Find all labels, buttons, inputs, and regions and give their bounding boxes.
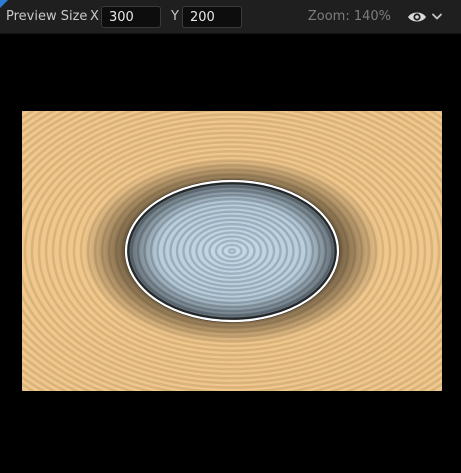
material-preview-window: Preview Size X Y Zoom: 140%	[0, 0, 461, 473]
eye-icon	[408, 12, 442, 22]
preview-toolbar: Preview Size X Y Zoom: 140%	[0, 0, 461, 34]
preview-size-label: Preview Size	[6, 9, 88, 24]
chevron-down-icon	[432, 13, 442, 20]
panel-corner-marker	[0, 0, 8, 8]
material-preview-image	[22, 111, 442, 391]
zoom-level-label: Zoom: 140%	[307, 9, 391, 24]
view-options-button[interactable]	[406, 8, 446, 26]
preview-width-input[interactable]	[101, 6, 161, 28]
y-label: Y	[171, 9, 179, 24]
preview-viewport[interactable]	[0, 35, 461, 473]
preview-height-input[interactable]	[182, 6, 242, 28]
x-label: X	[90, 9, 99, 24]
